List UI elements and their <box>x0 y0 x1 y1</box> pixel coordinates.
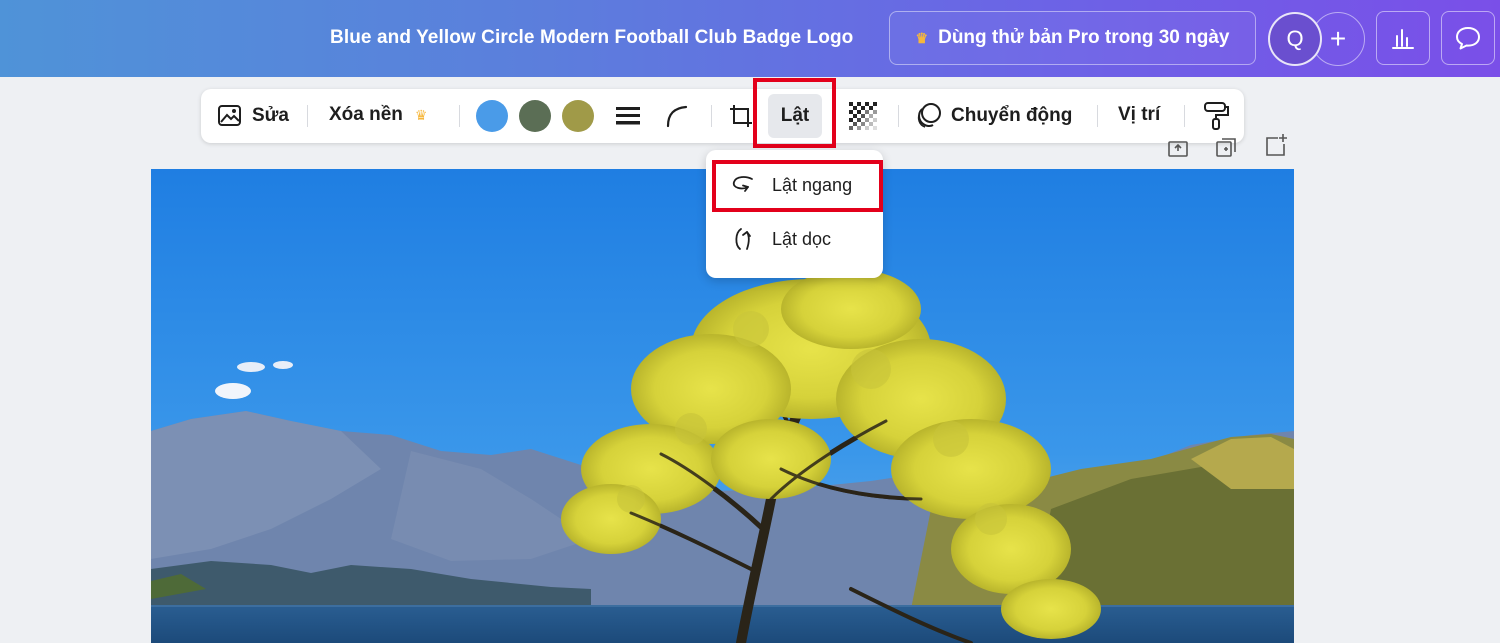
lock-icon[interactable] <box>1166 133 1190 157</box>
top-bar: Blue and Yellow Circle Modern Football C… <box>0 0 1500 77</box>
crown-icon: ♛ <box>414 106 428 123</box>
bar-chart-icon <box>1392 29 1414 49</box>
divider <box>1097 105 1098 127</box>
color-swatch-green[interactable] <box>519 100 551 132</box>
try-pro-button[interactable]: ♛ Dùng thử bản Pro trong 30 ngày <box>889 11 1256 65</box>
position-label: Vị trí <box>1118 104 1161 125</box>
animation-icon <box>917 103 941 128</box>
divider <box>459 105 460 127</box>
remove-background-label: Xóa nền <box>329 104 403 125</box>
color-swatch-blue[interactable] <box>476 100 508 132</box>
paint-roller-icon <box>1204 102 1229 130</box>
copy-style-button[interactable] <box>1202 101 1230 131</box>
divider <box>898 105 899 127</box>
flip-vertical-icon <box>735 228 751 250</box>
transparency-button[interactable] <box>849 102 877 130</box>
image-edit-icon <box>218 105 241 126</box>
flip-vertical-label: Lật dọc <box>772 228 832 249</box>
duplicate-page-icon[interactable] <box>1214 133 1238 157</box>
animate-label: Chuyển động <box>951 105 1073 126</box>
flip-vertical-option[interactable]: Lật dọc <box>714 216 875 262</box>
flip-button-highlight <box>753 78 836 148</box>
document-title[interactable]: Blue and Yellow Circle Modern Football C… <box>330 27 853 49</box>
add-page-icon[interactable] <box>1264 133 1288 157</box>
border-weight-icon <box>616 107 640 125</box>
comment-icon <box>1456 27 1480 50</box>
divider <box>711 105 712 127</box>
color-swatch-olive[interactable] <box>562 100 594 132</box>
insights-button[interactable] <box>1376 11 1430 65</box>
position-button[interactable]: Vị trí <box>1118 104 1160 126</box>
corner-rounding-button[interactable] <box>665 104 689 128</box>
avatar-letter: Q <box>1286 26 1304 51</box>
avatar[interactable]: Q <box>1268 12 1322 66</box>
divider <box>307 105 308 127</box>
crop-icon <box>730 105 752 127</box>
divider <box>1184 105 1185 127</box>
try-pro-label: Dùng thử bản Pro trong 30 ngày <box>938 27 1230 48</box>
crown-icon: ♛ <box>915 29 929 46</box>
flip-horizontal-highlight <box>712 160 883 212</box>
transparency-icon <box>849 102 877 130</box>
plus-icon: + <box>1329 23 1347 54</box>
remove-background-button[interactable]: Xóa nền ♛ <box>329 104 427 126</box>
edit-label: Sửa <box>252 105 289 126</box>
crop-button[interactable] <box>728 103 754 129</box>
border-style-button[interactable] <box>615 105 641 127</box>
image-toolbar: Sửa Xóa nền ♛ Lật Chuyển động Vị trí <box>201 89 1244 143</box>
comments-button[interactable] <box>1441 11 1495 65</box>
edit-image-button[interactable]: Sửa <box>216 102 289 130</box>
animate-button[interactable]: Chuyển động <box>915 102 1072 130</box>
corner-rounding-icon <box>666 105 688 128</box>
